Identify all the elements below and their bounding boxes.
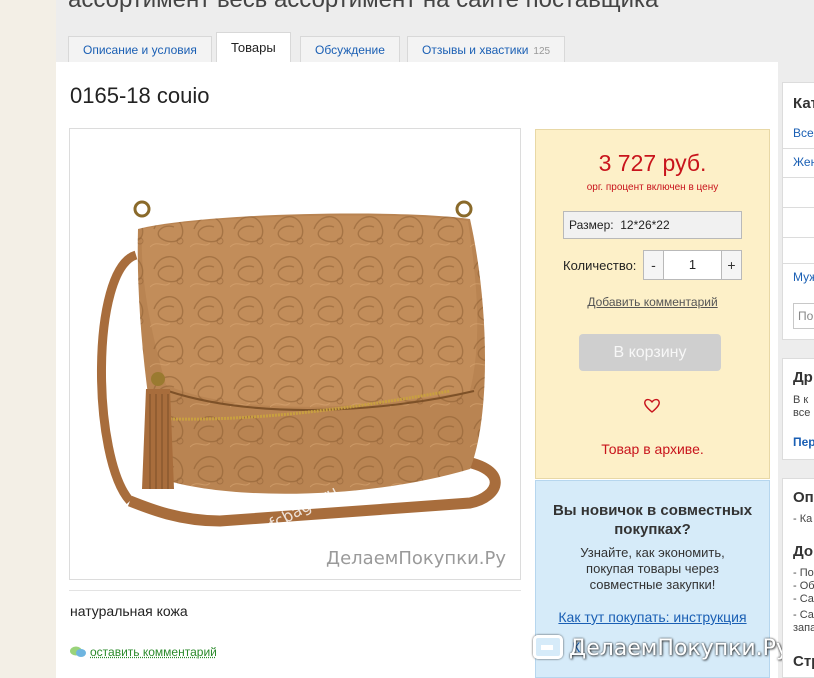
delivery-heading: До xyxy=(793,543,813,560)
photo-watermark: ДелаемПокупки.Ру xyxy=(326,548,506,569)
leave-comment-link[interactable]: оставить комментарий xyxy=(70,645,217,659)
quantity-decrease-button[interactable]: - xyxy=(643,250,664,280)
content-divider xyxy=(69,590,521,591)
site-watermark: ДелаемПокупки.Ру xyxy=(533,631,789,667)
quantity-label: Количество: xyxy=(563,258,636,273)
sidebar-divider xyxy=(783,263,814,264)
options-heading: Оп xyxy=(793,489,814,506)
archive-status: Товар в архиве. xyxy=(536,441,769,457)
add-to-cart-button[interactable]: В корзину xyxy=(579,334,721,371)
delivery-line: запа xyxy=(793,622,814,635)
buy-panel: 3 727 руб. орг. процент включен в цену Р… xyxy=(535,129,770,479)
add-comment-link[interactable]: Добавить комментарий xyxy=(536,295,769,309)
sidebar-friends: Др В к все Пер xyxy=(782,358,814,460)
page-left-margin xyxy=(0,0,56,678)
friends-text-1: В к xyxy=(793,394,808,407)
leave-comment-label: оставить комментарий xyxy=(90,645,217,659)
heart-icon[interactable] xyxy=(643,397,661,414)
size-value: 12*26*22 xyxy=(620,218,669,232)
tab-reviews-label: Отзывы и хвастики xyxy=(422,43,528,57)
price-note: орг. процент включен в цену xyxy=(536,182,769,193)
options-text: - Ка xyxy=(793,513,812,526)
product-title: 0165-18 couio xyxy=(70,83,209,109)
tab-discussion[interactable]: Обсуждение xyxy=(300,36,400,63)
sidebar-divider xyxy=(783,148,814,149)
category-all-link[interactable]: Все xyxy=(793,126,814,140)
site-logo-icon xyxy=(533,635,563,659)
category-men-link[interactable]: Муж xyxy=(793,270,814,284)
category-women-link[interactable]: Жен xyxy=(793,155,814,169)
delivery-line: - Са xyxy=(793,593,814,606)
purchase-title: ассортимент весь ассортимент на сайте по… xyxy=(68,0,658,14)
tab-reviews[interactable]: Отзывы и хвастики 125 xyxy=(407,36,565,63)
tab-description[interactable]: Описание и условия xyxy=(68,36,212,63)
tab-reviews-count: 125 xyxy=(533,46,550,57)
size-select[interactable]: Размер: 12*26*22 xyxy=(563,211,742,239)
categories-heading: Кат xyxy=(793,95,814,112)
product-price: 3 727 руб. xyxy=(536,150,769,177)
sidebar-divider xyxy=(783,177,814,178)
newbie-info-title: Вы новичок в совместных покупках? xyxy=(536,501,769,539)
quantity-increase-button[interactable]: + xyxy=(721,250,742,280)
comment-icon xyxy=(70,646,86,658)
friends-link[interactable]: Пер xyxy=(793,435,814,449)
sidebar-divider xyxy=(783,237,814,238)
size-label: Размер: xyxy=(569,218,614,232)
product-description: натуральная кожа xyxy=(70,603,188,619)
sidebar-search-input[interactable]: По xyxy=(793,303,814,329)
friends-heading: Др xyxy=(793,369,813,386)
tab-products-label: Товары xyxy=(231,40,276,55)
product-photo[interactable]: www.fcbags.ru ДелаемПокупки.Ру xyxy=(69,128,521,580)
tab-products[interactable]: Товары xyxy=(216,32,291,63)
sidebar-categories: Кат Все Жен Муж По xyxy=(782,82,814,340)
tab-description-label: Описание и условия xyxy=(83,43,197,57)
sidebar-info: Оп - Ка До - По - Об - Са - Са запа Стр xyxy=(782,478,814,678)
tab-discussion-label: Обсуждение xyxy=(315,43,385,57)
delivery-line: - Са xyxy=(793,609,814,622)
friends-text-2: все xyxy=(793,407,810,420)
delivery-line: - Об xyxy=(793,580,814,593)
newbie-info-text: Узнайте, как экономить, покупая товары ч… xyxy=(536,545,769,593)
sidebar-divider xyxy=(783,207,814,208)
quantity-input[interactable]: 1 xyxy=(664,250,721,280)
bottom-heading: Стр xyxy=(793,653,814,670)
site-watermark-text: ДелаемПокупки.Ру xyxy=(569,636,789,661)
handbag-image: www.fcbags.ru xyxy=(70,129,521,580)
how-to-buy-link[interactable]: Как тут покупать: инструкция xyxy=(536,609,769,625)
delivery-line: - По xyxy=(793,567,814,580)
